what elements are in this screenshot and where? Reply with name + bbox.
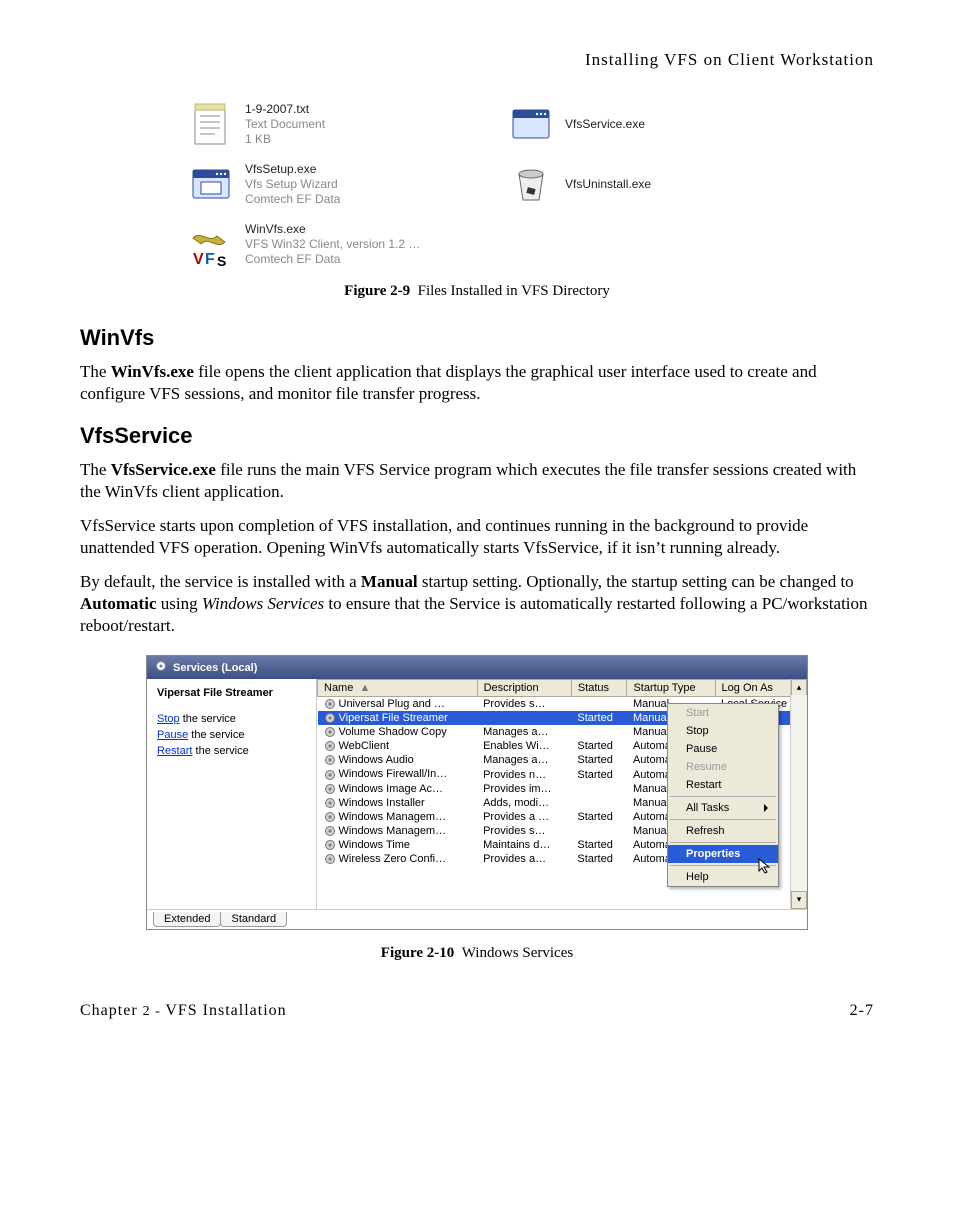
file-vendor: Comtech EF Data	[245, 192, 340, 207]
service-gear-icon	[324, 853, 336, 865]
menu-pause[interactable]: Pause	[668, 740, 778, 758]
service-gear-icon	[324, 839, 336, 851]
service-gear-icon	[324, 797, 336, 809]
running-head: Installing VFS on Client Workstation	[80, 50, 874, 70]
file-tile-setup: VfsSetup.exe Vfs Setup Wizard Comtech EF…	[187, 160, 447, 208]
vertical-scrollbar[interactable]: ▴ ▾	[790, 679, 807, 909]
service-gear-icon	[324, 825, 336, 837]
service-gear-icon	[324, 754, 336, 766]
col-description[interactable]: Description	[477, 680, 571, 697]
file-desc: Text Document	[245, 117, 325, 132]
text: the service	[188, 729, 244, 741]
service-gear-icon	[324, 740, 336, 752]
link-restart-service[interactable]: Restart	[157, 745, 192, 757]
figure-text: Windows Services	[462, 945, 573, 961]
para-vfsservice-2: VfsService starts upon completion of VFS…	[80, 515, 874, 559]
text: By default, the service is installed wit…	[80, 572, 361, 591]
file-name: VfsService.exe	[565, 117, 645, 132]
menu-all-tasks[interactable]: All Tasks	[668, 799, 778, 817]
file-name: WinVfs.exe	[245, 222, 420, 237]
service-gear-icon	[324, 769, 336, 781]
exe-window-icon	[507, 100, 555, 148]
file-tile-uninstall: VfsUninstall.exe	[507, 160, 767, 208]
service-gear-icon	[324, 783, 336, 795]
menu-refresh[interactable]: Refresh	[668, 822, 778, 840]
file-tile-service: VfsService.exe	[507, 100, 767, 148]
services-window: Services (Local) Vipersat File Streamer …	[146, 655, 808, 930]
svg-text:V: V	[193, 251, 204, 268]
file-name: VfsSetup.exe	[245, 162, 340, 177]
heading-winvfs: WinVfs	[80, 325, 874, 351]
heading-vfsservice: VfsService	[80, 423, 874, 449]
figure-text: Files Installed in VFS Directory	[418, 283, 610, 299]
menu-stop[interactable]: Stop	[668, 722, 778, 740]
scroll-track[interactable]	[791, 695, 807, 893]
gear-icon	[155, 660, 167, 675]
installer-icon	[187, 160, 235, 208]
file-vendor: Comtech EF Data	[245, 252, 420, 267]
col-name[interactable]: Name ▲	[318, 680, 478, 697]
page-footer: Chapter 2 - VFS Installation 2-7	[80, 1002, 874, 1020]
para-winvfs: The WinVfs.exe file opens the client app…	[80, 361, 874, 405]
menu-resume[interactable]: Resume	[668, 758, 778, 776]
para-vfsservice-3: By default, the service is installed wit…	[80, 571, 874, 637]
services-list-pane: Name ▲ Description Status Startup Type L…	[317, 679, 807, 909]
uninstall-trash-icon	[507, 160, 555, 208]
file-size: 1 KB	[245, 132, 325, 147]
services-title-text: Services (Local)	[173, 662, 257, 674]
tab-extended[interactable]: Extended	[153, 912, 221, 927]
service-gear-icon	[324, 811, 336, 823]
text-bold: Automatic	[80, 594, 156, 613]
services-detail-pane: Vipersat File Streamer Stop the service …	[147, 679, 317, 909]
view-tabs: ExtendedStandard	[147, 909, 807, 929]
file-tile-txt: 1-9-2007.txt Text Document 1 KB	[187, 100, 447, 148]
selected-service-name: Vipersat File Streamer	[157, 687, 306, 699]
figure-label: Figure 2-10	[381, 945, 454, 961]
winvfs-app-icon: V F S	[187, 220, 235, 268]
file-tiles: 1-9-2007.txt Text Document 1 KB VfsServi…	[187, 100, 767, 268]
service-gear-icon	[324, 712, 336, 724]
link-stop-service[interactable]: Stop	[157, 713, 180, 725]
service-gear-icon	[324, 698, 336, 710]
cursor-icon	[757, 857, 775, 875]
text-bold: VfsService.exe	[111, 460, 216, 479]
file-name: VfsUninstall.exe	[565, 177, 651, 192]
menu-separator	[670, 819, 776, 820]
footer-left: Chapter 2 - VFS Installation	[80, 1002, 287, 1020]
file-name: 1-9-2007.txt	[245, 102, 325, 117]
text-bold: WinVfs.exe	[111, 362, 194, 381]
figure-2-10-caption: Figure 2-10 Windows Services	[80, 945, 874, 962]
text: startup setting. Optionally, the startup…	[418, 572, 854, 591]
menu-separator	[670, 842, 776, 843]
col-startup[interactable]: Startup Type	[627, 680, 715, 697]
para-vfsservice-1: The VfsService.exe file runs the main VF…	[80, 459, 874, 503]
col-status[interactable]: Status	[571, 680, 627, 697]
tab-standard[interactable]: Standard	[220, 912, 287, 927]
svg-text:F: F	[205, 251, 215, 268]
menu-restart[interactable]: Restart	[668, 776, 778, 794]
footer-page-number: 2-7	[850, 1002, 874, 1020]
sort-asc-icon: ▲	[359, 682, 370, 694]
link-pause-service[interactable]: Pause	[157, 729, 188, 741]
text-file-icon	[187, 100, 235, 148]
text: the service	[180, 713, 236, 725]
figure-label: Figure 2-9	[344, 283, 410, 299]
menu-separator	[670, 796, 776, 797]
text-bold: Manual	[361, 572, 418, 591]
text: The	[80, 362, 111, 381]
file-desc: Vfs Setup Wizard	[245, 177, 340, 192]
services-title-bar: Services (Local)	[147, 656, 807, 679]
text: using	[156, 594, 201, 613]
text: The	[80, 460, 111, 479]
menu-start[interactable]: Start	[668, 704, 778, 722]
scroll-down-button[interactable]: ▾	[791, 891, 807, 909]
svg-text:S: S	[217, 253, 226, 268]
text: the service	[192, 745, 248, 757]
figure-2-9-caption: Figure 2-9 Files Installed in VFS Direct…	[80, 283, 874, 300]
text-italic: Windows Services	[202, 594, 324, 613]
file-tile-winvfs: V F S WinVfs.exe VFS Win32 Client, versi…	[187, 220, 507, 268]
file-desc: VFS Win32 Client, version 1.2 …	[245, 237, 420, 252]
service-gear-icon	[324, 726, 336, 738]
